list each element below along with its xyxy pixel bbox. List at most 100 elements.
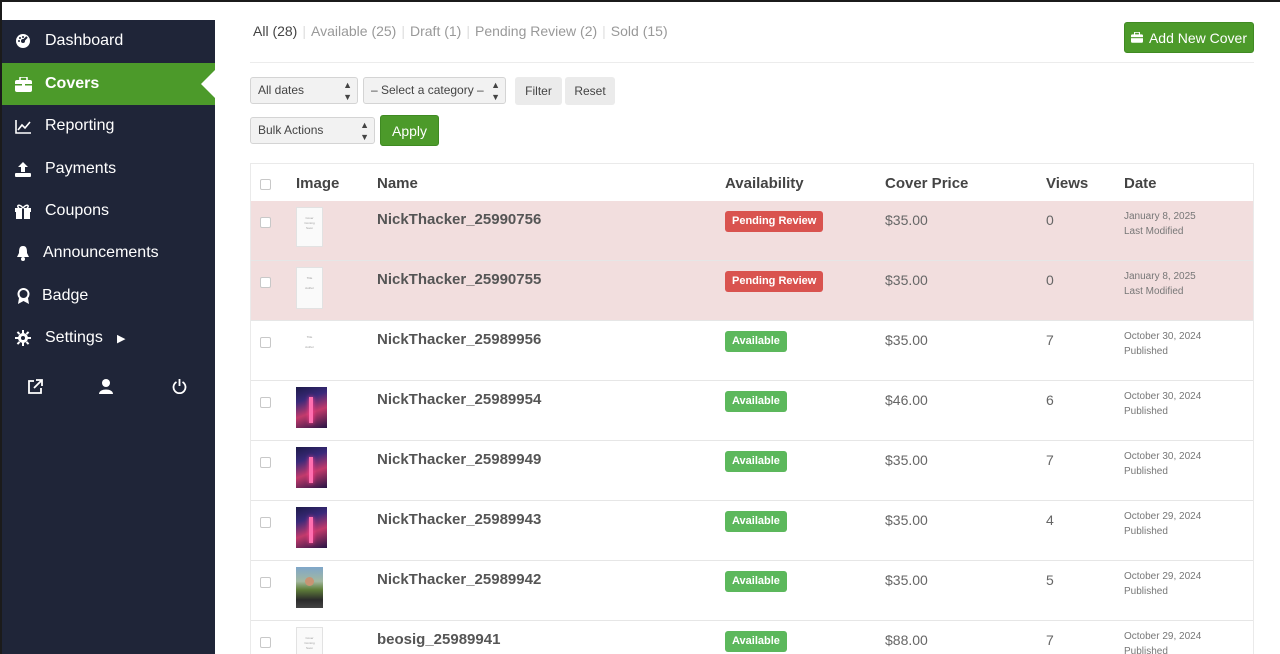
power-icon[interactable] xyxy=(169,376,189,396)
add-new-cover-button[interactable]: Add New Cover xyxy=(1124,22,1254,53)
gift-icon xyxy=(14,202,32,220)
status-badge: Pending Review xyxy=(725,211,824,232)
cover-price: $35.00 xyxy=(885,272,928,288)
cover-name-link[interactable]: NickThacker_25989954 xyxy=(377,391,541,408)
dashboard-icon xyxy=(14,32,32,50)
sidebar-item-covers[interactable]: Covers xyxy=(0,63,215,105)
cover-price: $88.00 xyxy=(885,632,928,648)
view-count: 4 xyxy=(1046,512,1054,528)
column-header-date[interactable]: Date xyxy=(1124,175,1157,192)
table-row[interactable]: NickThacker_25989954 Available $46.00 6 … xyxy=(251,381,1253,441)
row-checkbox[interactable] xyxy=(260,217,271,228)
cover-thumbnail[interactable] xyxy=(296,447,327,488)
tab-draft[interactable]: Draft (1) xyxy=(410,23,461,39)
cover-price: $46.00 xyxy=(885,392,928,408)
sidebar-item-coupons[interactable]: Coupons xyxy=(0,190,215,232)
date-cell: October 29, 2024 Published xyxy=(1124,511,1202,537)
row-checkbox[interactable] xyxy=(260,637,271,648)
column-header-views[interactable]: Views xyxy=(1046,175,1088,192)
cover-price: $35.00 xyxy=(885,512,928,528)
column-header-name[interactable]: Name xyxy=(377,175,418,192)
date-cell: October 30, 2024 Published xyxy=(1124,451,1202,477)
table-row[interactable]: Cover Coming Soon NickThacker_25990756 Pen… xyxy=(251,201,1253,261)
cover-thumbnail[interactable]: Cover Coming Soon xyxy=(296,627,323,654)
apply-button[interactable]: Apply xyxy=(380,115,439,146)
tab-pending-review[interactable]: Pending Review (2) xyxy=(475,23,597,39)
window-top-border xyxy=(0,0,1280,2)
table-header: Image Name Availability Cover Price View… xyxy=(251,164,1253,202)
table-row[interactable]: Title Author NickThacker_25990755 Pending… xyxy=(251,261,1253,321)
date-cell: October 29, 2024 Published xyxy=(1124,631,1202,654)
sidebar-item-label: Badge xyxy=(42,287,89,304)
table-row[interactable]: NickThacker_25989942 Available $35.00 5 … xyxy=(251,561,1253,621)
briefcase-icon xyxy=(14,75,32,93)
sidebar-footer xyxy=(0,372,215,402)
user-icon[interactable] xyxy=(96,376,116,396)
date-cell: January 8, 2025 Last Modified xyxy=(1124,211,1196,237)
filter-button[interactable]: Filter xyxy=(515,77,562,105)
cover-price: $35.00 xyxy=(885,212,928,228)
cover-thumbnail[interactable] xyxy=(296,387,327,428)
column-header-image[interactable]: Image xyxy=(296,175,339,192)
window-left-border xyxy=(0,0,2,654)
sidebar-item-label: Announcements xyxy=(43,244,159,261)
table-row[interactable]: NickThacker_25989943 Available $35.00 4 … xyxy=(251,501,1253,561)
column-header-availability[interactable]: Availability xyxy=(725,175,804,192)
bulk-actions-select[interactable]: Bulk Actions ▲ ▼ xyxy=(250,117,375,144)
row-checkbox[interactable] xyxy=(260,397,271,408)
cover-name-link[interactable]: NickThacker_25989956 xyxy=(377,331,541,348)
cover-thumbnail[interactable]: Title Author xyxy=(296,327,323,367)
cover-name-link[interactable]: NickThacker_25990755 xyxy=(377,271,541,288)
row-checkbox[interactable] xyxy=(260,337,271,348)
upload-icon xyxy=(14,160,32,178)
cover-name-link[interactable]: NickThacker_25989949 xyxy=(377,451,541,468)
cover-price: $35.00 xyxy=(885,332,928,348)
select-all-checkbox[interactable] xyxy=(260,179,271,190)
status-badge: Available xyxy=(725,391,787,412)
sidebar-item-reporting[interactable]: Reporting xyxy=(0,105,215,147)
row-checkbox[interactable] xyxy=(260,517,271,528)
tab-available[interactable]: Available (25) xyxy=(311,23,396,39)
view-count: 7 xyxy=(1046,332,1054,348)
status-badge: Pending Review xyxy=(725,271,824,292)
row-checkbox[interactable] xyxy=(260,577,271,588)
sidebar-item-payments[interactable]: Payments xyxy=(0,148,215,190)
sidebar: Dashboard Covers Reporting Payments Coup… xyxy=(0,20,215,654)
cover-thumbnail[interactable]: Title Author xyxy=(296,267,323,309)
status-badge: Available xyxy=(725,571,787,592)
view-count: 7 xyxy=(1046,632,1054,648)
table-row[interactable]: Title Author NickThacker_25989956 Availab… xyxy=(251,321,1253,381)
cover-name-link[interactable]: beosig_25989941 xyxy=(377,631,500,648)
external-link-icon[interactable] xyxy=(25,376,45,396)
date-cell: January 8, 2025 Last Modified xyxy=(1124,271,1196,297)
row-checkbox[interactable] xyxy=(260,277,271,288)
sidebar-item-dashboard[interactable]: Dashboard xyxy=(0,20,215,62)
cover-name-link[interactable]: NickThacker_25990756 xyxy=(377,211,541,228)
cover-name-link[interactable]: NickThacker_25989942 xyxy=(377,571,541,588)
cover-thumbnail[interactable] xyxy=(296,507,327,548)
sidebar-item-announcements[interactable]: Announcements xyxy=(0,232,215,274)
view-count: 0 xyxy=(1046,212,1054,228)
date-cell: October 30, 2024 Published xyxy=(1124,331,1202,357)
dates-select[interactable]: All dates ▲ ▼ xyxy=(250,77,358,104)
reset-button[interactable]: Reset xyxy=(565,77,615,105)
sidebar-item-settings[interactable]: Settings ▶ xyxy=(0,317,215,359)
cover-name-link[interactable]: NickThacker_25989943 xyxy=(377,511,541,528)
tab-all[interactable]: All (28) xyxy=(253,23,297,39)
sidebar-item-label: Payments xyxy=(45,160,117,177)
status-badge: Available xyxy=(725,511,787,532)
table-row[interactable]: NickThacker_25989949 Available $35.00 7 … xyxy=(251,441,1253,501)
tab-sold[interactable]: Sold (15) xyxy=(611,23,668,39)
select-arrows-icon: ▲ ▼ xyxy=(343,79,352,102)
row-checkbox[interactable] xyxy=(260,457,271,468)
view-count: 6 xyxy=(1046,392,1054,408)
cover-thumbnail[interactable]: Cover Coming Soon xyxy=(296,207,323,247)
sidebar-item-badge[interactable]: Badge xyxy=(0,275,215,317)
status-tabs: All (28) | Available (25) | Draft (1) | Pendin… xyxy=(253,23,668,39)
caret-right-icon: ▶ xyxy=(117,332,126,345)
category-select[interactable]: – Select a category – ▲ ▼ xyxy=(363,77,506,104)
column-header-price[interactable]: Cover Price xyxy=(885,175,968,192)
briefcase-icon xyxy=(1130,32,1143,43)
table-row[interactable]: Cover Coming Soon beosig_25989941 Availabl… xyxy=(251,621,1253,654)
cover-thumbnail[interactable] xyxy=(296,567,323,608)
